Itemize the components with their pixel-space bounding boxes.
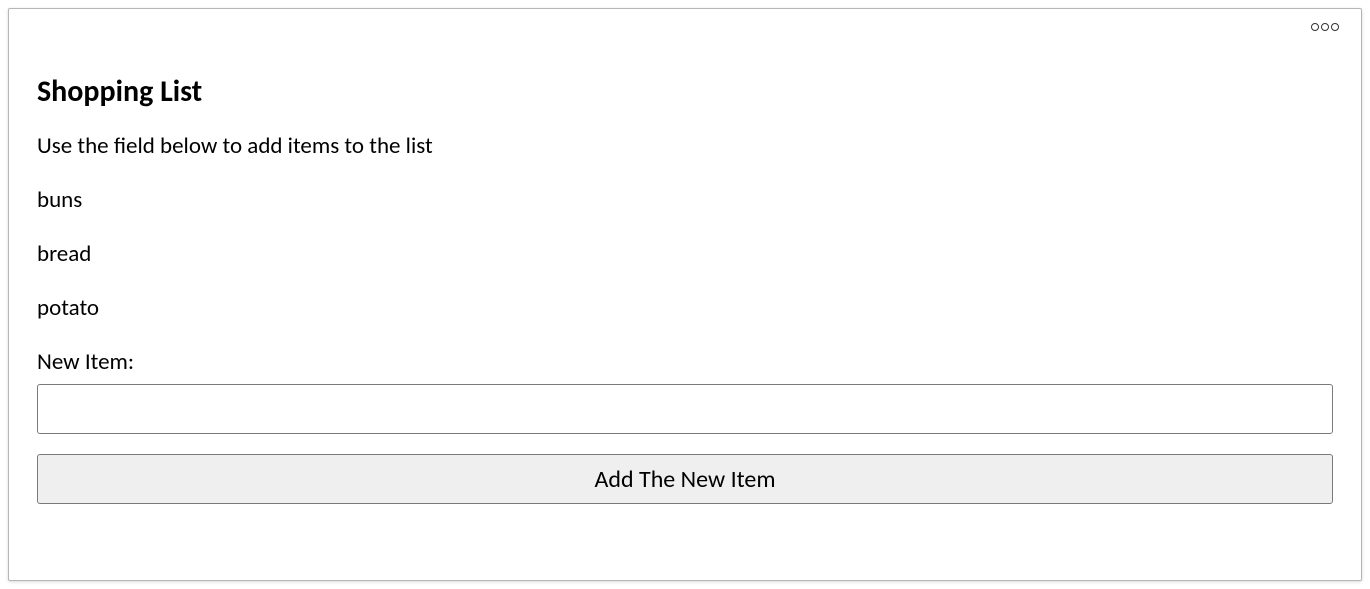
add-item-button[interactable]: Add The New Item bbox=[37, 454, 1333, 504]
page-title: Shopping List bbox=[37, 73, 1333, 110]
more-options-icon[interactable] bbox=[1311, 23, 1339, 31]
list-item: bread bbox=[37, 240, 1333, 268]
list-item: potato bbox=[37, 294, 1333, 322]
new-item-input[interactable] bbox=[37, 384, 1333, 434]
new-item-label: New Item: bbox=[37, 348, 1333, 376]
page-subheading: Use the field below to add items to the … bbox=[37, 132, 1333, 160]
list-item: buns bbox=[37, 186, 1333, 214]
items-list: buns bread potato bbox=[37, 186, 1333, 322]
shopping-list-card: Shopping List Use the field below to add… bbox=[8, 8, 1362, 581]
